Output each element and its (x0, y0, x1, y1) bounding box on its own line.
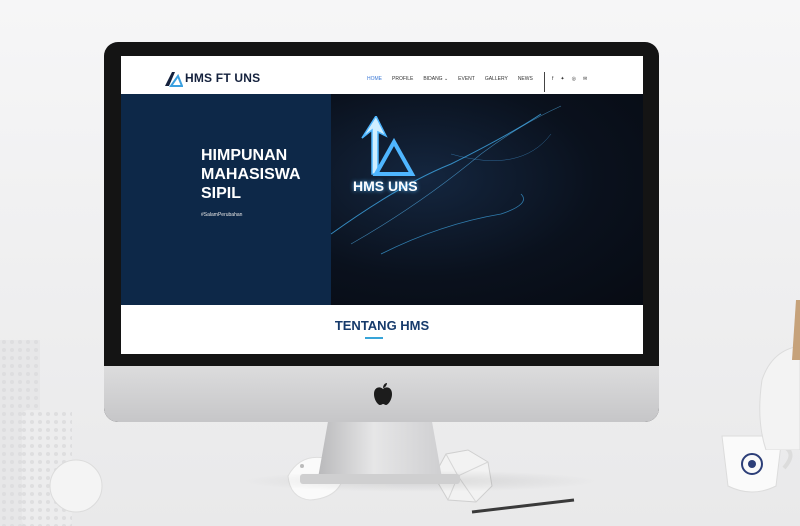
hero-logo-text: HMS UNS (353, 178, 418, 194)
brand-name[interactable]: HMS FT UNS (185, 71, 260, 85)
hero-banner: HIMPUNAN MAHASISWA SIPIL #SalamPerubahan… (121, 94, 643, 305)
nav-event[interactable]: EVENT (458, 76, 475, 82)
instagram-icon[interactable]: ◎ (572, 76, 576, 82)
hero-line3: SIPIL (201, 185, 242, 202)
hms-logo-icon[interactable] (163, 70, 183, 88)
email-icon[interactable]: ✉ (583, 76, 587, 82)
hms-emblem-icon (361, 116, 416, 176)
facebook-icon[interactable]: f (552, 76, 553, 82)
pencil (471, 498, 575, 514)
twitter-icon[interactable]: ✦ (560, 76, 564, 82)
about-section-title: TENTANG HMS (334, 318, 430, 333)
nav-home[interactable]: HOME (367, 76, 382, 82)
nav-news[interactable]: NEWS (518, 76, 533, 82)
main-menu: HOME PROFILE BIDANG ⌄ EVENT GALLERY NEWS (367, 76, 533, 82)
nav-gallery[interactable]: GALLERY (485, 76, 508, 82)
navbar: HMS FT UNS HOME PROFILE BIDANG ⌄ EVENT G… (121, 56, 643, 94)
hero-hashtag: #SalamPerubahan (201, 212, 243, 218)
nav-profile[interactable]: PROFILE (392, 76, 413, 82)
hero-line1: HIMPUNAN (201, 147, 288, 164)
monitor-stand (318, 422, 442, 478)
nav-divider (544, 72, 545, 92)
social-links: f ✦ ◎ ✉ (552, 76, 587, 82)
teapot (759, 300, 800, 450)
about-title-underline (365, 337, 383, 339)
ornament-ball (49, 459, 103, 513)
hero-line2: MAHASISWA (201, 166, 301, 183)
website-screen: HMS FT UNS HOME PROFILE BIDANG ⌄ EVENT G… (121, 56, 643, 354)
monitor-stand-base (300, 474, 460, 484)
nav-bidang[interactable]: BIDANG ⌄ (423, 76, 448, 82)
hero-heading: HIMPUNAN MAHASISWA SIPIL (201, 146, 351, 203)
apple-logo-icon (374, 383, 392, 405)
